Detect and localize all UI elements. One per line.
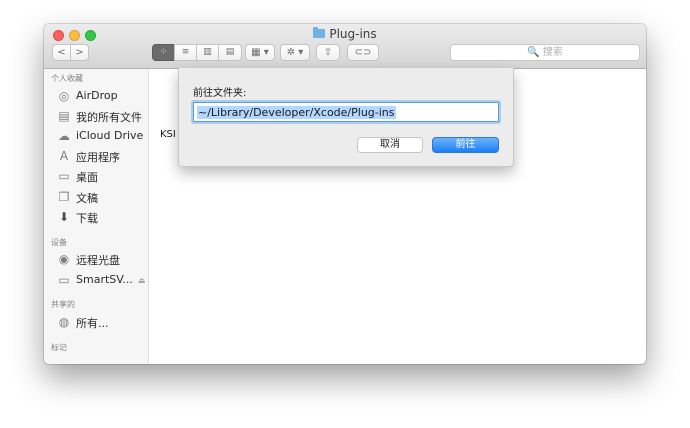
devices-header: 设备 xyxy=(51,238,67,247)
applications-icon: A xyxy=(59,149,69,163)
cloud-icon: ☁ xyxy=(58,129,70,143)
sidebar-item-label: AirDrop xyxy=(76,89,118,102)
forward-button[interactable]: > xyxy=(70,44,89,61)
folder-path-input[interactable]: ~/Library/Developer/Xcode/Plug-ins xyxy=(193,102,499,122)
go-to-folder-label: 前往文件夹: xyxy=(193,88,247,99)
action-button[interactable]: ✲ ▾ xyxy=(280,44,310,61)
file-item-label[interactable]: KSI xyxy=(160,129,176,140)
network-icon: ◍ xyxy=(58,315,70,329)
share-button[interactable]: ⇧ xyxy=(316,44,340,61)
column-view-button[interactable]: ▥ xyxy=(196,44,219,61)
documents-icon: ❐ xyxy=(58,190,70,204)
search-field[interactable]: 🔍 搜索 xyxy=(450,44,640,61)
tag-button[interactable]: ⊂⊃ xyxy=(347,44,379,61)
sidebar-item-label: iCloud Drive xyxy=(76,129,144,142)
title-bar: Plug-ins < > ⁘ ≡ ▥ ▤ ▦ ▾ ✲ ▾ ⇧ ⊂⊃ 🔍 搜索 xyxy=(44,24,646,69)
folder-path-value[interactable]: ~/Library/Developer/Xcode/Plug-ins xyxy=(197,106,396,119)
sidebar-item-label: 桌面 xyxy=(76,171,98,184)
tags-header: 标记 xyxy=(51,343,67,352)
icon-view-button[interactable]: ⁘ xyxy=(152,44,175,61)
sidebar-item-label: 下载 xyxy=(76,212,98,225)
back-button[interactable]: < xyxy=(52,44,71,61)
sidebar-item-label: 文稿 xyxy=(76,192,98,205)
shared-header: 共享的 xyxy=(51,300,75,309)
sidebar-item-label: 远程光盘 xyxy=(76,254,120,267)
go-button[interactable]: 前往 xyxy=(432,137,499,153)
downloads-icon: ⬇ xyxy=(58,210,70,224)
arrange-button[interactable]: ▦ ▾ xyxy=(245,44,275,61)
folder-icon xyxy=(313,27,326,38)
drive-icon: ▭ xyxy=(58,273,70,287)
cancel-button[interactable]: 取消 xyxy=(357,137,423,153)
coverflow-view-button[interactable]: ▤ xyxy=(218,44,242,61)
go-to-folder-sheet: 前往文件夹: ~/Library/Developer/Xcode/Plug-in… xyxy=(178,68,514,167)
list-view-button[interactable]: ≡ xyxy=(174,44,197,61)
sidebar-item-label: 我的所有文件 xyxy=(76,111,142,124)
desktop-icon: ▭ xyxy=(58,169,70,183)
favorites-header: 个人收藏 xyxy=(51,74,83,83)
sidebar-item-label: SmartSV... xyxy=(76,273,133,286)
sidebar-item-label: 所有... xyxy=(76,317,109,330)
disc-icon: ◉ xyxy=(58,252,70,266)
sidebar: 个人收藏 ◎ AirDrop ▤ 我的所有文件 ☁ iCloud Drive A… xyxy=(44,69,149,364)
window-title-text: Plug-ins xyxy=(329,27,377,41)
finder-window: Plug-ins < > ⁘ ≡ ▥ ▤ ▦ ▾ ✲ ▾ ⇧ ⊂⊃ 🔍 搜索 个… xyxy=(44,24,646,364)
eject-icon[interactable]: ⏏ xyxy=(138,276,146,285)
sidebar-item-label: 应用程序 xyxy=(76,151,120,164)
airdrop-icon: ◎ xyxy=(58,89,70,103)
all-files-icon: ▤ xyxy=(58,109,70,123)
window-title: Plug-ins xyxy=(44,27,646,41)
